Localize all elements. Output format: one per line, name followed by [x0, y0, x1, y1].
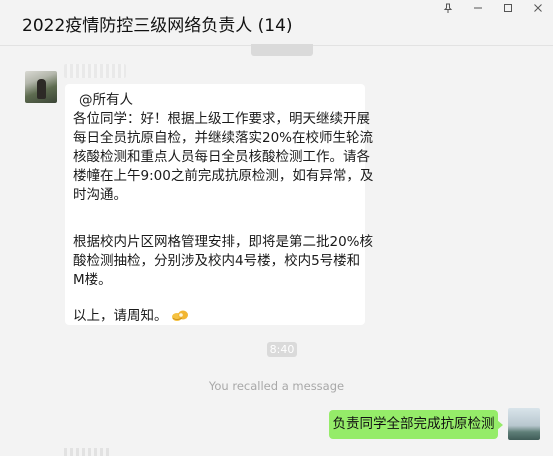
pin-icon[interactable] — [433, 0, 463, 16]
message-line: 酸检测抽检，分别涉及校内4号楼，校内5号楼和 — [73, 253, 361, 269]
partial-time-stamp — [251, 44, 313, 56]
chat-title: 2022疫情防控三级网络负责人 (14) — [22, 16, 293, 36]
message-line: M楼。 — [73, 272, 112, 288]
my-avatar[interactable] — [508, 408, 540, 440]
message-line: 核酸检测和重点人员每日全员核酸检测工作。请各 — [73, 149, 370, 165]
window-controls — [433, 0, 553, 16]
message-line: 每日全员抗原自检，并继续落实20%在校师生轮流 — [73, 130, 374, 146]
message-line: 各位同学：好！根据上级工作要求，明天继续开展 — [73, 111, 370, 127]
message-line-last: 以上，请周知。 — [73, 307, 365, 326]
message-line: 以上，请周知。 — [73, 308, 168, 324]
time-chip: 8:40 — [267, 342, 297, 357]
message-line: 时沟通。 — [73, 187, 127, 203]
incoming-message-bubble[interactable]: @所有人 各位同学：好！根据上级工作要求，明天继续开展 每日全员抗原自检，并继续… — [65, 84, 374, 326]
close-icon[interactable] — [523, 0, 553, 16]
ok-hand-emoji — [171, 308, 189, 322]
message-line: @所有人 — [79, 92, 133, 108]
outgoing-message-bubble[interactable]: 负责同学全部完成抗原检测 — [329, 410, 503, 439]
minimize-icon[interactable] — [463, 0, 493, 16]
title-bar: 2022疫情防控三级网络负责人 (14) — [0, 0, 553, 46]
sender-avatar[interactable] — [25, 71, 57, 103]
recall-notice: You recalled a message — [208, 379, 345, 393]
next-sender-name-blurred — [64, 448, 110, 456]
message-line: 楼幢在上午9:00之前完成抗原检测，如有异常，及 — [73, 168, 374, 184]
maximize-icon[interactable] — [493, 0, 523, 16]
sender-name-blurred — [64, 64, 126, 78]
message-line: 根据校内片区网格管理安排，即将是第二批20%核 — [73, 234, 374, 250]
